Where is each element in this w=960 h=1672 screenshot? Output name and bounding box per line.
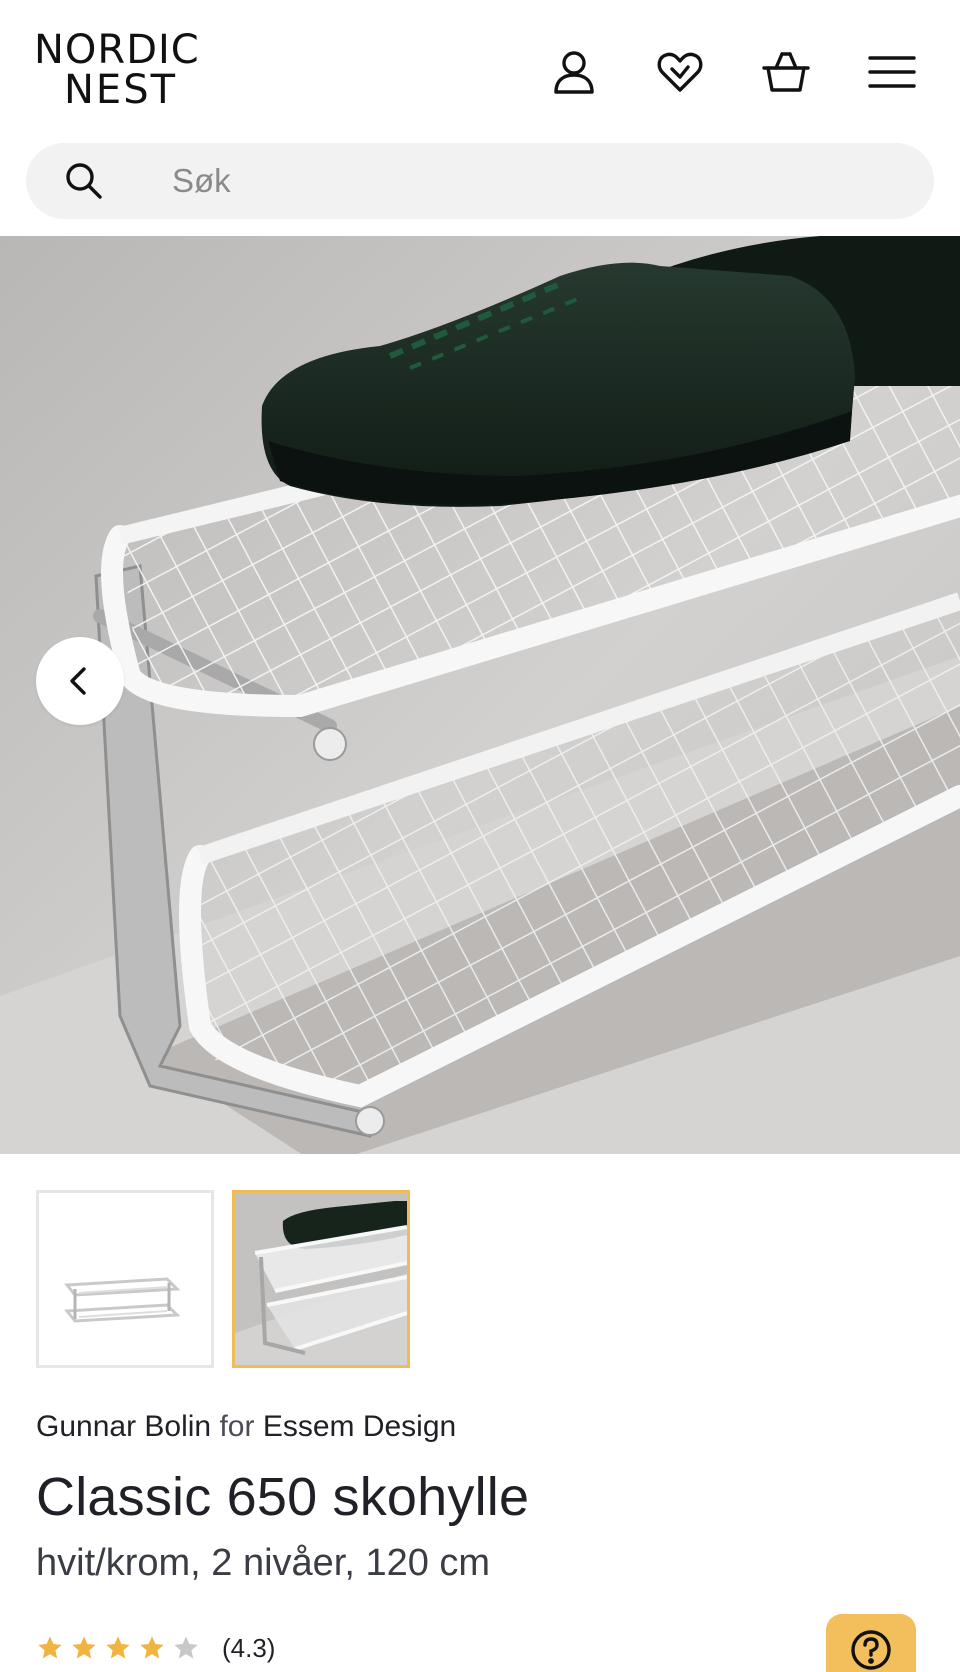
menu-button[interactable]: [860, 40, 924, 104]
shoe-rack-photo: [0, 236, 960, 1154]
designer-brand-connector: for: [219, 1410, 255, 1443]
star-filled-icon: [38, 1636, 62, 1659]
star-empty-icon: [174, 1636, 198, 1659]
help-button[interactable]: [826, 1614, 916, 1672]
site-header: NORDIC NEST: [0, 0, 960, 140]
product-designer-brand: Gunnar Bolin for Essem Design: [36, 1410, 456, 1444]
search-bar[interactable]: [26, 143, 934, 219]
rating-stars: [36, 1634, 200, 1662]
star-filled-icon: [140, 1636, 164, 1659]
rating-value: (4.3): [222, 1632, 276, 1663]
account-button[interactable]: [542, 40, 606, 104]
product-main-image[interactable]: [0, 236, 960, 1154]
search-input[interactable]: [172, 153, 872, 209]
nordic-nest-logo[interactable]: NORDIC NEST: [34, 30, 200, 110]
menu-icon: [868, 56, 916, 88]
thumbnail-product-lifestyle[interactable]: [232, 1190, 410, 1368]
star-filled-icon: [72, 1636, 96, 1659]
previous-image-button[interactable]: [36, 637, 124, 725]
product-variant: hvit/krom, 2 nivåer, 120 cm: [36, 1542, 491, 1584]
heart-icon: [657, 52, 703, 92]
product-rating[interactable]: (4.3): [36, 1630, 275, 1666]
basket-icon: [762, 52, 810, 92]
logo-line-1: NORDIC: [34, 27, 200, 73]
star-filled-icon: [106, 1636, 130, 1659]
chevron-left-icon: [70, 667, 86, 695]
product-title: Classic 650 skohylle: [36, 1467, 530, 1527]
logo-line-2: NEST: [64, 67, 178, 113]
shelf-lifestyle-image: [235, 1193, 407, 1365]
wishlist-button[interactable]: [648, 40, 712, 104]
designer-link[interactable]: Gunnar Bolin: [36, 1410, 211, 1443]
thumbnail-strip: [36, 1190, 436, 1370]
user-icon: [554, 51, 594, 94]
thumbnail-product-cutout[interactable]: [36, 1190, 214, 1368]
question-mark-icon: [851, 1630, 891, 1670]
cart-button[interactable]: [754, 40, 818, 104]
shelf-cutout-image: [39, 1193, 211, 1365]
brand-link[interactable]: Essem Design: [263, 1410, 456, 1443]
search-icon: [66, 163, 102, 199]
